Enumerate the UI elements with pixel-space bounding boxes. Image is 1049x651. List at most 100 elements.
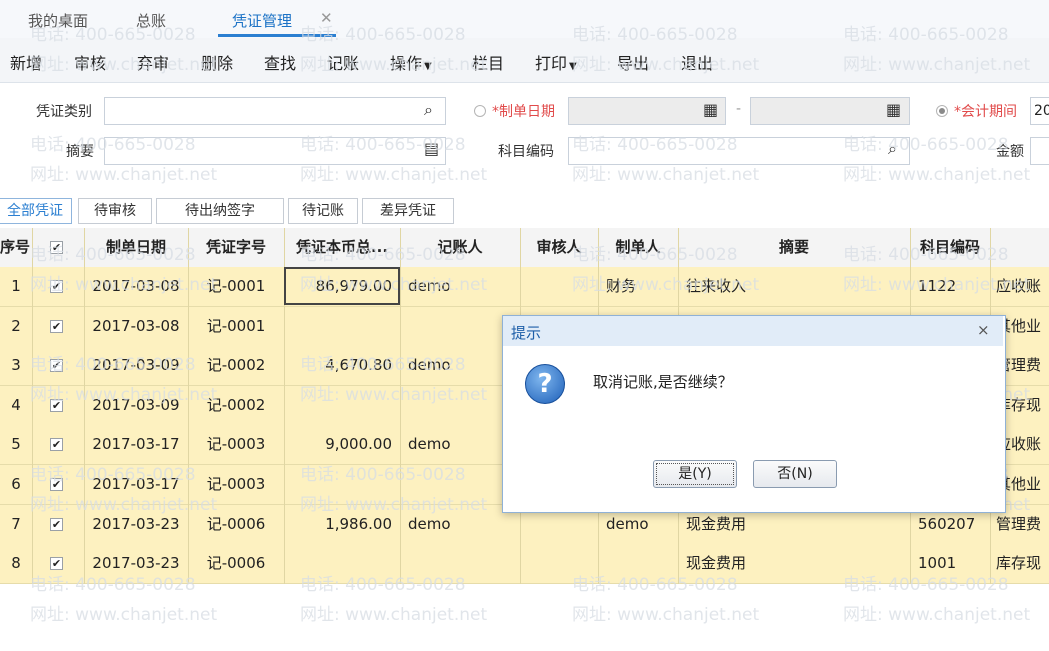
cell-maker[interactable]: 财务 (606, 267, 676, 306)
period-field[interactable]: 20 (1030, 97, 1049, 125)
col-summary-header[interactable]: 摘要 (678, 228, 910, 268)
cell-amount[interactable] (284, 386, 392, 425)
cell-code[interactable]: 1001 (918, 544, 988, 583)
date-radio[interactable] (474, 105, 486, 117)
row-checkbox[interactable]: ✔ (50, 320, 63, 333)
cell-no[interactable]: 2 (4, 307, 28, 346)
row-checkbox[interactable]: ✔ (50, 359, 63, 372)
cell-poster[interactable] (408, 307, 508, 346)
cell-account[interactable]: 库存现 (996, 544, 1049, 583)
row-checkbox[interactable]: ✔ (50, 518, 63, 531)
cell-date[interactable]: 2017-03-17 (84, 425, 188, 464)
lookup-icon[interactable]: ▤ (424, 139, 439, 158)
unaudit-button[interactable]: 弃审 (137, 50, 169, 74)
cell-no[interactable]: 7 (4, 505, 28, 544)
row-checkbox[interactable]: ✔ (50, 438, 63, 451)
cell-amount[interactable] (284, 307, 392, 346)
cell-amount[interactable]: 4,670.80 (284, 346, 392, 385)
col-code-header[interactable]: 科目编码 (910, 228, 990, 268)
cell-maker[interactable] (606, 544, 676, 583)
tab-general-ledger[interactable]: 总账 (136, 10, 166, 31)
tab-all-vouchers[interactable]: 全部凭证 (0, 198, 72, 224)
row-checkbox[interactable]: ✔ (50, 557, 63, 570)
close-icon[interactable]: ✕ (320, 9, 333, 27)
cell-no[interactable]: 3 (4, 346, 28, 385)
post-button[interactable]: 记账 (327, 50, 359, 74)
col-date-header[interactable]: 制单日期 (84, 228, 188, 268)
find-button[interactable]: 查找 (264, 50, 296, 74)
cell-voucher[interactable]: 记-0001 (188, 267, 284, 306)
cell-account[interactable]: 应收账 (996, 267, 1049, 306)
cell-no[interactable]: 6 (4, 465, 28, 504)
cell-voucher[interactable]: 记-0006 (188, 544, 284, 583)
col-amount-header[interactable]: 凭证本币总... (284, 228, 400, 268)
tab-voucher-management[interactable]: 凭证管理 (232, 10, 292, 31)
cell-summary[interactable]: 现金费用 (686, 544, 906, 583)
cell-voucher[interactable]: 记-0002 (188, 386, 284, 425)
cell-date[interactable]: 2017-03-09 (84, 346, 188, 385)
cell-poster[interactable]: demo (408, 267, 508, 306)
cell-amount[interactable] (284, 465, 392, 504)
cell-poster[interactable]: demo (408, 425, 508, 464)
search-icon[interactable]: ⌕ (424, 100, 433, 120)
col-no-header[interactable]: 序号 (0, 228, 32, 268)
cell-date[interactable]: 2017-03-23 (84, 544, 188, 583)
select-all-checkbox[interactable]: ✔ (50, 241, 63, 254)
cell-no[interactable]: 4 (4, 386, 28, 425)
col-poster-header[interactable]: 记账人 (400, 228, 520, 268)
amount-field[interactable] (1030, 137, 1049, 165)
cell-date[interactable]: 2017-03-08 (84, 307, 188, 346)
exit-button[interactable]: 退出 (681, 50, 713, 74)
tab-difference-vouchers[interactable]: 差异凭证 (362, 198, 454, 224)
row-checkbox[interactable]: ✔ (50, 478, 63, 491)
cell-amount[interactable] (284, 544, 392, 583)
cell-code[interactable]: 1122 (918, 267, 988, 306)
period-radio[interactable] (936, 105, 948, 117)
cell-date[interactable]: 2017-03-17 (84, 465, 188, 504)
yes-button[interactable]: 是(Y) (653, 460, 737, 488)
calendar-icon[interactable]: ▦ (703, 100, 718, 119)
row-checkbox[interactable]: ✔ (50, 399, 63, 412)
delete-button[interactable]: 删除 (201, 50, 233, 74)
calendar-icon[interactable]: ▦ (886, 100, 901, 119)
operation-menu-button[interactable]: 操作 ▼ (390, 50, 432, 74)
cell-amount[interactable]: 1,986.00 (284, 505, 392, 544)
cell-voucher[interactable]: 记-0003 (188, 425, 284, 464)
tab-pending-audit[interactable]: 待审核 (78, 198, 152, 224)
cell-voucher[interactable]: 记-0003 (188, 465, 284, 504)
col-maker-header[interactable]: 制单人 (598, 228, 678, 268)
account-code-field[interactable] (568, 137, 910, 165)
close-icon[interactable]: × (977, 321, 990, 339)
cell-poster[interactable]: demo (408, 505, 508, 544)
cell-no[interactable]: 5 (4, 425, 28, 464)
cell-date[interactable]: 2017-03-23 (84, 505, 188, 544)
cell-poster[interactable]: demo (408, 346, 508, 385)
cell-poster[interactable] (408, 386, 508, 425)
cell-no[interactable]: 8 (4, 544, 28, 583)
cell-voucher[interactable]: 记-0002 (188, 346, 284, 385)
col-voucher-header[interactable]: 凭证字号 (188, 228, 284, 268)
print-menu-button[interactable]: 打印 ▼ (535, 50, 577, 74)
row-checkbox[interactable]: ✔ (50, 280, 63, 293)
cell-no[interactable]: 1 (4, 267, 28, 306)
tab-pending-post[interactable]: 待记账 (288, 198, 358, 224)
cell-amount[interactable]: 9,000.00 (284, 425, 392, 464)
audit-button[interactable]: 审核 (74, 50, 106, 74)
cell-voucher[interactable]: 记-0001 (188, 307, 284, 346)
columns-button[interactable]: 栏目 (472, 50, 504, 74)
cell-poster[interactable] (408, 465, 508, 504)
add-button[interactable]: 新增 (10, 50, 42, 74)
summary-field[interactable] (104, 137, 446, 165)
cell-poster[interactable] (408, 544, 508, 583)
export-button[interactable]: 导出 (617, 50, 649, 74)
cell-date[interactable]: 2017-03-08 (84, 267, 188, 306)
cell-summary[interactable]: 往来收入 (686, 267, 906, 306)
voucher-type-field[interactable] (104, 97, 446, 125)
tab-my-desktop[interactable]: 我的桌面 (28, 10, 88, 31)
tab-pending-cashier-sign[interactable]: 待出纳签字 (156, 198, 284, 224)
no-button[interactable]: 否(N) (753, 460, 837, 488)
cell-auditor[interactable] (520, 267, 598, 306)
search-icon[interactable]: ⌕ (888, 139, 897, 159)
col-auditor-header[interactable]: 审核人 (520, 228, 598, 268)
cell-voucher[interactable]: 记-0006 (188, 505, 284, 544)
